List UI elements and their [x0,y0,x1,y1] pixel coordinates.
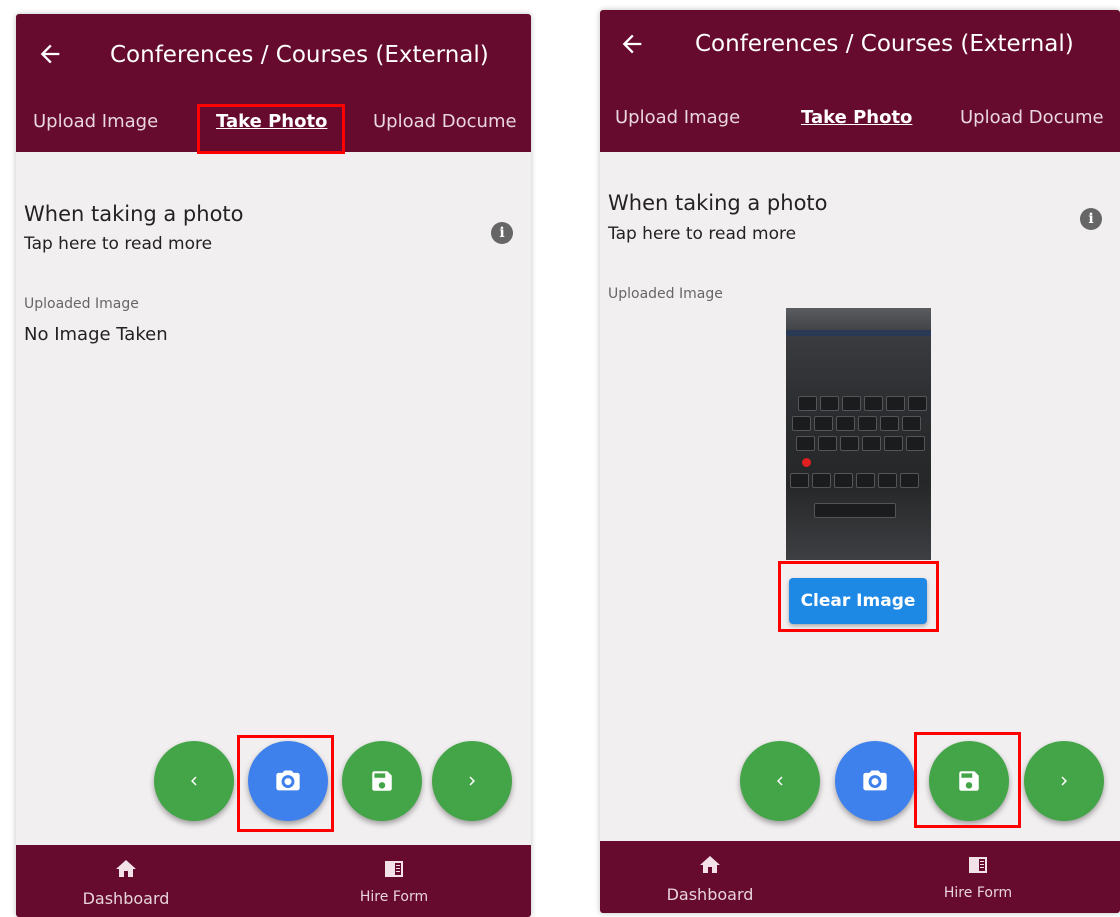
photo-key [856,473,875,488]
photo-key [858,416,877,431]
page-title: Conferences / Courses (External) [110,42,489,68]
uploaded-photo [786,308,931,560]
photo-key [900,473,919,488]
nav-hire-form-label: Hire Form [943,885,1013,901]
tab-upload-document[interactable]: Upload Docume [373,111,517,132]
nav-hire-form-label: Hire Form [359,889,429,905]
photo-info-subtitle[interactable]: Tap here to read more [24,234,212,254]
previous-button[interactable] [740,741,820,821]
photo-trackpoint [802,458,811,467]
home-icon [116,860,136,877]
previous-button[interactable] [154,741,234,821]
screen-before-photo: Conferences / Courses (External) Upload … [16,14,531,917]
back-arrow-icon[interactable] [618,30,646,58]
highlight-clear-image-button [778,561,939,632]
save-button[interactable] [342,741,422,821]
bottom-navigation: Dashboard Hire Form [600,841,1120,913]
save-icon [372,771,392,791]
bottom-navigation: Dashboard Hire Form [16,845,531,917]
photo-key [814,416,833,431]
photo-key [818,436,837,451]
photo-key [886,396,905,411]
photo-key [812,473,831,488]
nav-hire-form[interactable]: Hire Form [314,845,474,917]
next-button[interactable] [1024,741,1104,821]
photo-key [862,436,881,451]
uploaded-image-label: Uploaded Image [608,286,723,302]
nav-hire-form[interactable]: Hire Form [898,841,1058,913]
chevron-right-icon [1061,776,1067,786]
photo-key [836,416,855,431]
book-icon [385,861,403,877]
photo-info-title[interactable]: When taking a photo [24,202,244,226]
nav-dashboard[interactable]: Dashboard [46,845,206,917]
photo-key [840,436,859,451]
camera-button[interactable] [835,741,915,821]
photo-key [880,416,899,431]
photo-key [864,396,883,411]
photo-key [842,396,861,411]
photo-screen-edge [786,330,931,336]
photo-key [902,416,921,431]
photo-info-title[interactable]: When taking a photo [608,191,828,215]
chevron-right-icon [469,776,475,786]
nav-dashboard[interactable]: Dashboard [630,841,790,913]
photo-key [908,396,927,411]
highlight-camera-button [237,735,334,832]
chevron-left-icon [191,776,197,786]
info-icon[interactable]: i [1080,208,1102,230]
book-icon [969,857,987,873]
tab-take-photo[interactable]: Take Photo [801,107,912,128]
tab-upload-image[interactable]: Upload Image [33,111,158,132]
no-image-text: No Image Taken [24,324,168,345]
nav-dashboard-label: Dashboard [666,885,754,904]
info-icon[interactable]: i [491,222,513,244]
photo-key [820,396,839,411]
photo-spacebar [814,503,896,518]
page-title: Conferences / Courses (External) [695,31,1074,57]
photo-key [834,473,853,488]
photo-key [798,396,817,411]
app-bar: Conferences / Courses (External) Upload … [600,10,1120,152]
next-button[interactable] [432,741,512,821]
tab-upload-document[interactable]: Upload Docume [960,107,1104,128]
photo-key [878,473,897,488]
back-arrow-icon[interactable] [36,40,64,68]
nav-dashboard-label: Dashboard [82,889,170,908]
photo-key [884,436,903,451]
photo-key [792,416,811,431]
photo-key [790,473,809,488]
photo-info-subtitle[interactable]: Tap here to read more [608,224,796,244]
photo-key [906,436,925,451]
tab-upload-image[interactable]: Upload Image [615,107,740,128]
chevron-left-icon [777,776,783,786]
highlight-save-button [914,732,1021,828]
camera-icon [863,770,887,791]
home-icon [700,856,720,873]
highlight-take-photo-tab [197,104,345,154]
uploaded-image-label: Uploaded Image [24,296,139,312]
screen-after-photo: Conferences / Courses (External) Upload … [600,10,1120,913]
photo-key [796,436,815,451]
